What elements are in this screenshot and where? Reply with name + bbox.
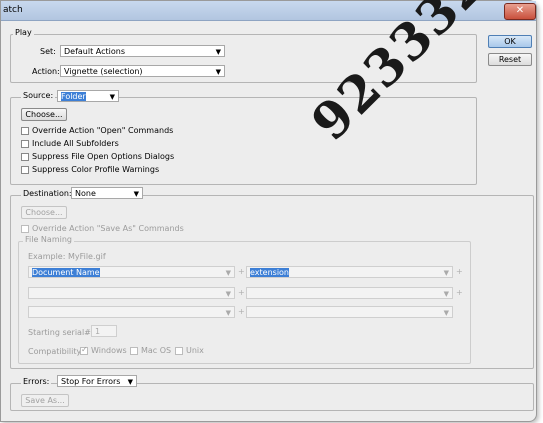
override-save-as-checkbox[interactable]	[21, 225, 29, 233]
chevron-down-icon: ▼	[127, 378, 133, 386]
destination-choose-button[interactable]: Choose...	[21, 206, 67, 219]
chevron-down-icon: ▼	[225, 269, 231, 277]
naming-field-2-value: extension	[250, 268, 289, 277]
set-value: Default Actions	[64, 47, 125, 56]
file-naming-title: File Naming	[23, 235, 74, 244]
chevron-down-icon: ▼	[215, 68, 221, 76]
mac-os-checkbox[interactable]	[130, 347, 138, 355]
close-button[interactable]: ✕	[504, 3, 536, 20]
errors-group	[10, 383, 534, 411]
chevron-down-icon: ▼	[109, 93, 115, 101]
unix-checkbox[interactable]	[175, 347, 183, 355]
unix-label: Unix	[186, 346, 204, 355]
chevron-down-icon: ▼	[225, 309, 231, 317]
action-dropdown[interactable]: Vignette (selection) ▼	[60, 65, 225, 77]
play-group-title: Play	[13, 28, 34, 37]
suppress-profile-warnings-label: Suppress Color Profile Warnings	[32, 165, 160, 174]
suppress-profile-warnings-checkbox[interactable]	[21, 166, 29, 174]
source-label: Source:	[21, 91, 56, 100]
action-label: Action:	[32, 67, 60, 76]
suppress-open-dialogs-checkbox[interactable]	[21, 153, 29, 161]
chevron-down-icon: ▼	[225, 290, 231, 298]
chevron-down-icon: ▼	[443, 269, 449, 277]
override-open-label: Override Action "Open" Commands	[32, 126, 174, 135]
source-value: Folder	[61, 92, 86, 101]
set-label: Set:	[40, 47, 56, 56]
naming-field-1[interactable]: Document Name ▼	[28, 266, 235, 278]
chevron-down-icon: ▼	[443, 309, 449, 317]
plus-sign: +	[238, 307, 245, 316]
compatibility-label: Compatibility:	[28, 347, 84, 356]
starting-serial-input[interactable]: 1	[91, 325, 117, 337]
checkmark-icon: ✓	[81, 345, 88, 354]
chevron-down-icon: ▼	[443, 290, 449, 298]
mac-os-label: Mac OS	[141, 346, 172, 355]
errors-dropdown[interactable]: Stop For Errors ▼	[57, 375, 137, 387]
plus-sign: +	[238, 267, 245, 276]
reset-button[interactable]: Reset	[488, 53, 532, 66]
errors-label: Errors:	[21, 377, 52, 386]
save-as-button[interactable]: Save As...	[21, 394, 69, 407]
destination-label: Destination:	[21, 189, 74, 198]
destination-value: None	[75, 189, 96, 198]
window-title: atch	[3, 5, 23, 15]
source-dropdown[interactable]: Folder ▼	[57, 90, 119, 102]
destination-dropdown[interactable]: None ▼	[71, 187, 143, 199]
chevron-down-icon: ▼	[215, 48, 221, 56]
ok-button[interactable]: OK	[488, 35, 532, 48]
naming-field-4[interactable]: ▼	[246, 287, 453, 299]
include-subfolders-label: Include All Subfolders	[32, 139, 119, 148]
errors-value: Stop For Errors	[61, 377, 121, 386]
naming-field-3[interactable]: ▼	[28, 287, 235, 299]
plus-sign: +	[456, 267, 463, 276]
windows-label: Windows	[91, 346, 127, 355]
naming-field-1-value: Document Name	[32, 268, 100, 277]
include-subfolders-checkbox[interactable]	[21, 140, 29, 148]
naming-field-6[interactable]: ▼	[246, 306, 453, 318]
starting-serial-label: Starting serial#:	[28, 328, 94, 337]
action-value: Vignette (selection)	[64, 67, 143, 76]
override-open-checkbox[interactable]	[21, 127, 29, 135]
plus-sign: +	[456, 288, 463, 297]
override-save-as-label: Override Action "Save As" Commands	[32, 224, 184, 233]
batch-dialog: atch ✕ Play Set: Default Actions ▼ Actio…	[0, 0, 537, 422]
source-choose-button[interactable]: Choose...	[21, 108, 67, 121]
naming-field-2[interactable]: extension ▼	[246, 266, 453, 278]
naming-field-5[interactable]: ▼	[28, 306, 235, 318]
file-naming-example: Example: MyFile.gif	[28, 252, 106, 261]
plus-sign: +	[238, 288, 245, 297]
chevron-down-icon: ▼	[133, 190, 139, 198]
set-dropdown[interactable]: Default Actions ▼	[60, 45, 225, 57]
suppress-open-dialogs-label: Suppress File Open Options Dialogs	[32, 152, 175, 161]
